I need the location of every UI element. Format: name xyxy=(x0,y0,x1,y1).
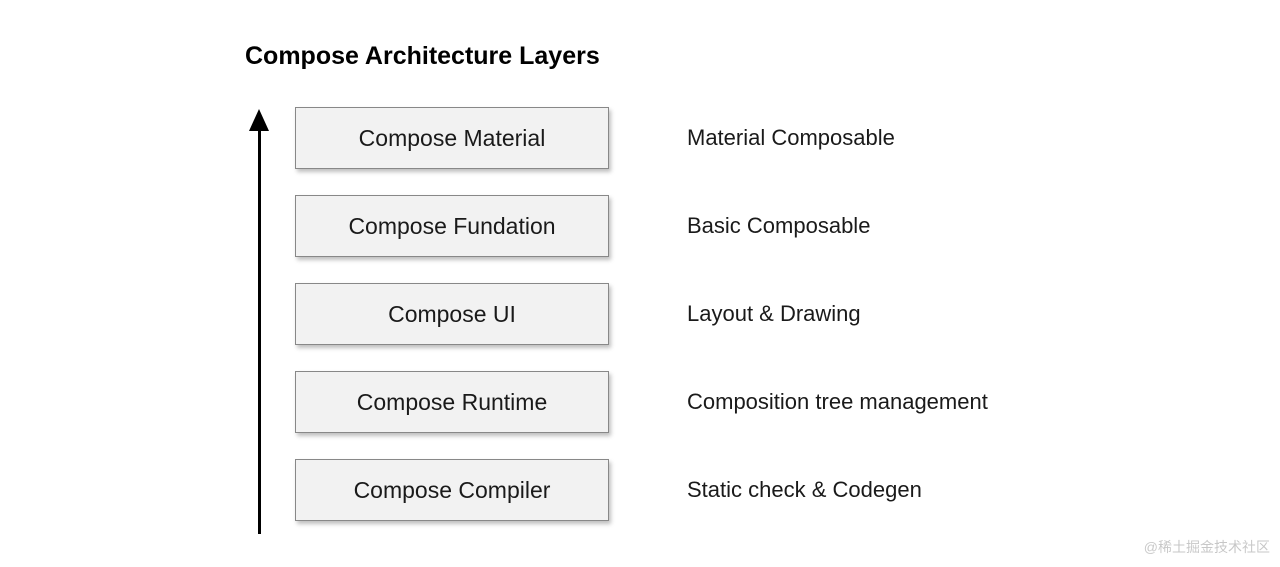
layer-description-material: Material Composable xyxy=(687,125,895,151)
layer-row-material: Compose Material Material Composable xyxy=(295,107,988,169)
layer-row-runtime: Compose Runtime Composition tree managem… xyxy=(295,371,988,433)
diagram-container: Compose Architecture Layers Compose Mate… xyxy=(0,0,1280,534)
layer-description-runtime: Composition tree management xyxy=(687,389,988,415)
layer-box-foundation: Compose Fundation xyxy=(295,195,609,257)
up-arrow xyxy=(245,107,275,534)
layer-row-compiler: Compose Compiler Static check & Codegen xyxy=(295,459,988,521)
layer-box-compiler: Compose Compiler xyxy=(295,459,609,521)
layer-description-foundation: Basic Composable xyxy=(687,213,870,239)
layer-description-ui: Layout & Drawing xyxy=(687,301,861,327)
layer-row-foundation: Compose Fundation Basic Composable xyxy=(295,195,988,257)
layer-box-material: Compose Material xyxy=(295,107,609,169)
layer-row-ui: Compose UI Layout & Drawing xyxy=(295,283,988,345)
watermark-text: @稀土掘金技术社区 xyxy=(1144,537,1270,557)
layer-box-ui: Compose UI xyxy=(295,283,609,345)
diagram-content: Compose Material Material Composable Com… xyxy=(245,107,1280,534)
layer-box-runtime: Compose Runtime xyxy=(295,371,609,433)
layer-description-compiler: Static check & Codegen xyxy=(687,477,922,503)
arrow-line xyxy=(258,125,261,534)
diagram-title: Compose Architecture Layers xyxy=(245,42,1280,71)
layers-stack: Compose Material Material Composable Com… xyxy=(295,107,988,521)
